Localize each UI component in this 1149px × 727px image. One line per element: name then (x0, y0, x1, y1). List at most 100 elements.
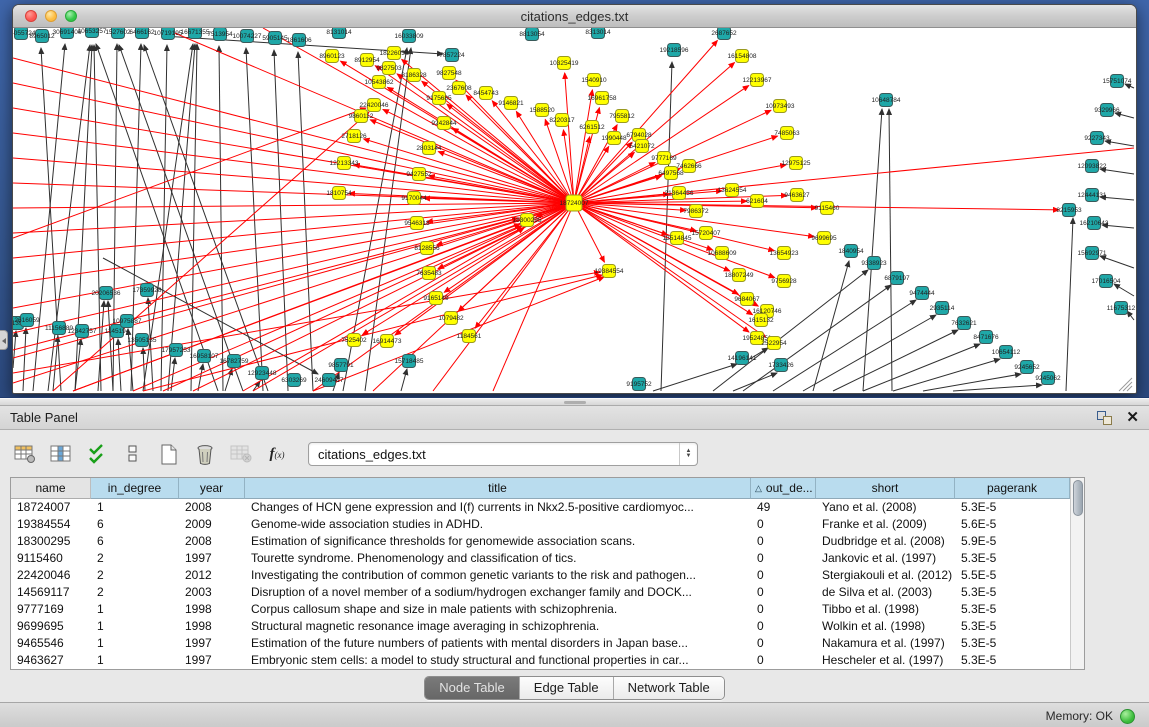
graph-node[interactable]: 13624554 (718, 184, 747, 197)
graph-node[interactable]: 9699695 (811, 232, 837, 245)
table-selector-dropdown[interactable]: citations_edges.txt ▲▼ (308, 442, 698, 466)
delete-columns-button[interactable] (190, 440, 220, 468)
graph-node[interactable]: 16033809 (395, 30, 424, 43)
graph-node[interactable]: 12444131 (1078, 189, 1107, 202)
column-header-short[interactable]: short (816, 478, 955, 499)
table-cell[interactable]: 0 (751, 601, 816, 618)
graph-node[interactable]: 16210643 (1080, 217, 1109, 230)
table-cell[interactable]: Estimation of significance thresholds fo… (245, 533, 751, 550)
table-cell[interactable]: 2 (91, 550, 179, 567)
graph-node[interactable]: 9115460 (815, 202, 840, 215)
table-cell[interactable]: 5.9E-5 (955, 533, 1070, 550)
graph-node[interactable]: 7485063 (774, 127, 800, 140)
graph-node[interactable]: 12975125 (782, 157, 811, 170)
table-cell[interactable]: Jankovic et al. (1997) (816, 550, 955, 567)
graph-node[interactable]: 17359928 (133, 284, 162, 297)
graph-node[interactable]: 9777169 (651, 152, 677, 165)
table-cell[interactable]: 0 (751, 533, 816, 550)
table-cell[interactable]: 2 (91, 584, 179, 601)
table-cell[interactable]: 0 (751, 567, 816, 584)
graph-node[interactable]: 2803144 (416, 142, 442, 155)
column-header-pagerank[interactable]: pagerank (955, 478, 1070, 499)
table-cell[interactable]: Yano et al. (2008) (816, 499, 955, 516)
table-cell[interactable]: 5.3E-5 (955, 584, 1070, 601)
column-header-year[interactable]: year (179, 478, 245, 499)
float-panel-icon[interactable] (1097, 411, 1112, 425)
graph-node[interactable]: 15718485 (395, 355, 424, 368)
graph-node[interactable]: 14196141 (728, 352, 757, 365)
table-cell[interactable]: 0 (751, 516, 816, 533)
graph-node[interactable]: 7632621 (951, 317, 977, 330)
graph-node[interactable]: 10653257 (78, 28, 107, 38)
graph-node[interactable]: 9857791 (328, 359, 354, 372)
graph-node[interactable]: 9245062 (1035, 372, 1061, 385)
column-header-title[interactable]: title (245, 478, 751, 499)
graph-node[interactable]: 10688609 (708, 247, 737, 260)
graph-node[interactable]: 9195752 (626, 378, 652, 391)
table-cell[interactable]: 9777169 (11, 601, 91, 618)
show-columns-button[interactable] (46, 440, 76, 468)
table-cell[interactable]: 9115460 (11, 550, 91, 567)
table-cell[interactable]: 0 (751, 550, 816, 567)
table-cell[interactable]: 1 (91, 635, 179, 652)
graph-node[interactable]: 12093822 (1078, 160, 1107, 173)
graph-node[interactable]: 1810754 (326, 187, 352, 200)
table-scrollbar[interactable] (1070, 478, 1084, 669)
table-row[interactable]: 1872400712008Changes of HCN gene express… (11, 499, 1070, 516)
table-cell[interactable]: 5.3E-5 (955, 652, 1070, 669)
graph-node[interactable]: 10325419 (550, 57, 579, 70)
row-height-button[interactable] (118, 440, 148, 468)
table-cell[interactable]: 2003 (179, 584, 245, 601)
table-row[interactable]: 1830029562008Estimation of significance … (11, 533, 1070, 550)
table-row[interactable]: 911546021997Tourette syndrome. Phenomeno… (11, 550, 1070, 567)
graph-node[interactable]: 10543862 (365, 76, 394, 89)
graph-node[interactable]: 10648784 (872, 94, 901, 107)
table-cell[interactable]: Disruption of a novel member of a sodium… (245, 584, 751, 601)
resize-grip-icon[interactable] (1119, 378, 1132, 391)
graph-node[interactable]: 1990448 (601, 132, 627, 145)
graph-node[interactable]: 21364456 (665, 187, 694, 200)
table-cell[interactable]: de Silva et al. (2003) (816, 584, 955, 601)
graph-node[interactable]: 7955812 (609, 110, 635, 123)
graph-node[interactable]: 9546318 (404, 217, 430, 230)
table-cell[interactable]: 22420046 (11, 567, 91, 584)
table-row[interactable]: 1938455462009Genome-wide association stu… (11, 516, 1070, 533)
table-cell[interactable]: 1997 (179, 652, 245, 669)
graph-node[interactable]: 1588520 (529, 104, 555, 117)
graph-node[interactable]: 8813054 (519, 28, 545, 41)
table-cell[interactable]: 5.3E-5 (955, 618, 1070, 635)
graph-node[interactable]: 8960123 (319, 50, 345, 63)
graph-node[interactable]: 9756928 (771, 275, 797, 288)
function-builder-button[interactable]: f(x) (262, 440, 292, 468)
table-cell[interactable]: 1 (91, 499, 179, 516)
scrollbar-thumb[interactable] (1073, 480, 1083, 516)
column-header-out_de[interactable]: △out_de... (751, 478, 816, 499)
close-panel-icon[interactable]: ✕ (1126, 411, 1139, 425)
create-column-button[interactable] (154, 440, 184, 468)
table-cell[interactable]: 5.6E-5 (955, 516, 1070, 533)
table-cell[interactable]: Corpus callosum shape and size in male p… (245, 601, 751, 618)
graph-node[interactable]: 9463627 (784, 189, 810, 202)
graph-node[interactable]: 1540910 (581, 74, 607, 87)
graph-node[interactable]: 8131014 (326, 28, 352, 39)
table-row[interactable]: 977716911998Corpus callosum shape and si… (11, 601, 1070, 618)
table-cell[interactable]: 18724007 (11, 499, 91, 516)
table-cell[interactable]: Changes of HCN gene expression and I(f) … (245, 499, 751, 516)
network-canvas[interactable]: 2405572489650123069140610653257152760264… (13, 28, 1136, 393)
table-cell[interactable]: 6 (91, 516, 179, 533)
table-cell[interactable]: 2008 (179, 499, 245, 516)
table-cell[interactable]: 5.5E-5 (955, 567, 1070, 584)
graph-node[interactable]: 18226058 (380, 47, 409, 60)
table-cell[interactable]: 9465546 (11, 635, 91, 652)
graph-node[interactable]: 16958107 (190, 350, 219, 363)
tab-network-table[interactable]: Network Table (614, 677, 724, 699)
graph-node[interactable]: 2718126 (341, 130, 367, 143)
graph-node[interactable]: 1840954 (838, 245, 864, 258)
graph-node[interactable]: 1079482 (438, 312, 464, 325)
table-cell[interactable]: 1 (91, 652, 179, 669)
graph-node[interactable]: 6261512 (579, 121, 605, 134)
graph-node[interactable]: 9165149 (423, 292, 449, 305)
graph-node[interactable]: 15692971 (1078, 247, 1107, 260)
graph-node[interactable]: 6303269 (281, 374, 307, 387)
table-cell[interactable]: 0 (751, 618, 816, 635)
